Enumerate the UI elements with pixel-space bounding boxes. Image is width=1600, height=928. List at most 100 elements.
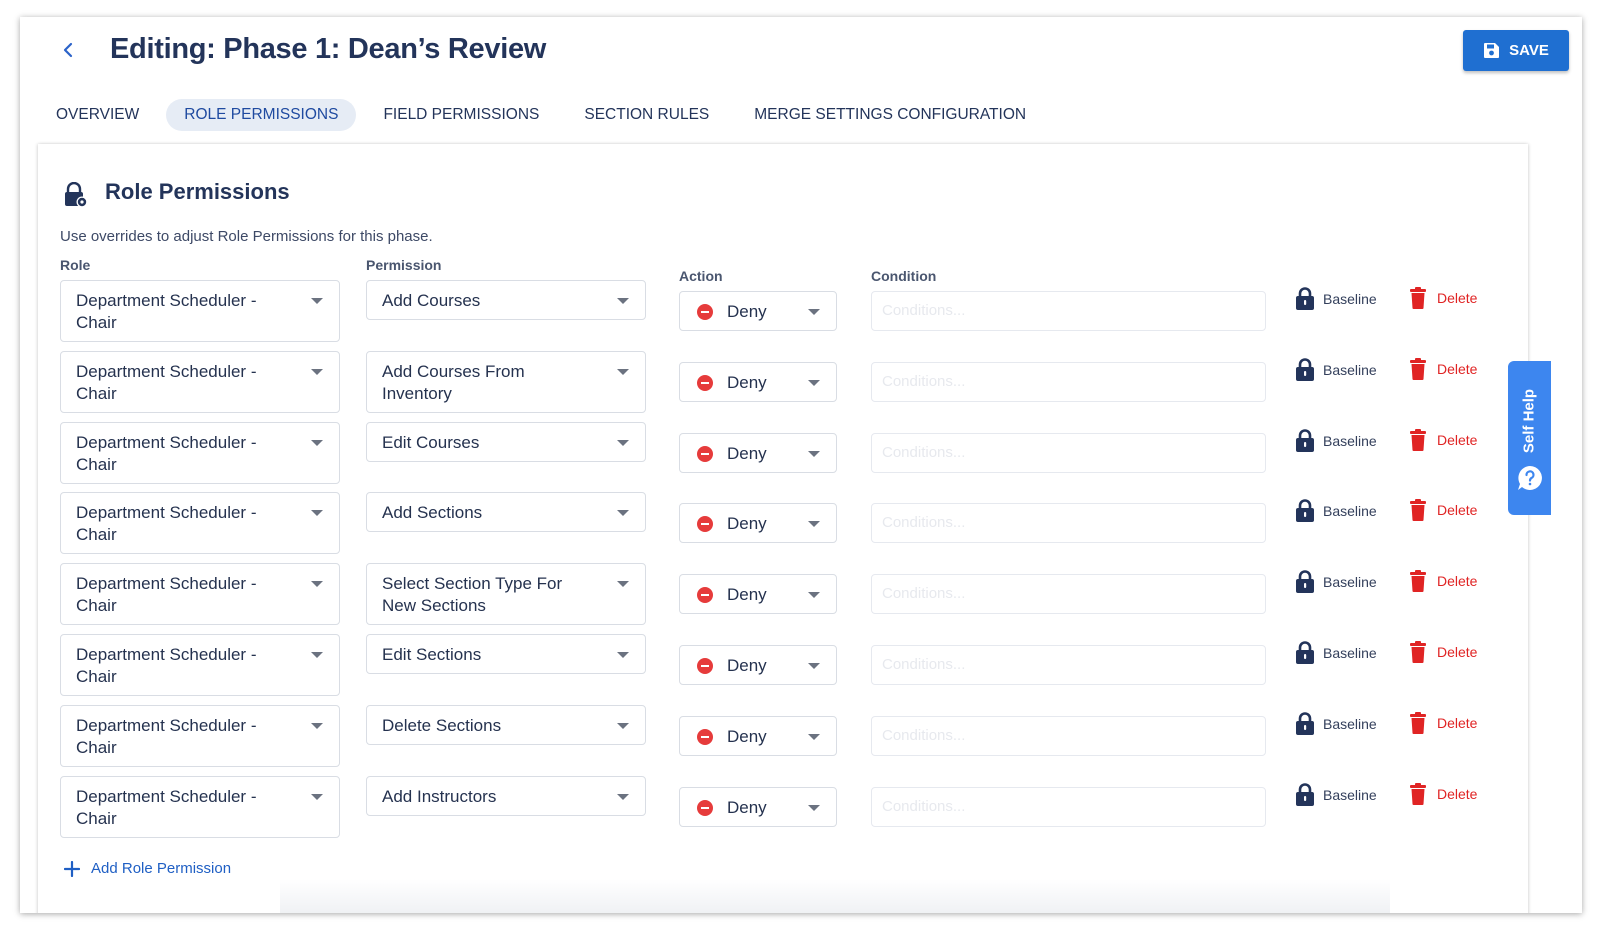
- role-value-line: Department Scheduler -: [76, 291, 257, 310]
- role-select[interactable]: Department Scheduler - Chair: [60, 776, 340, 838]
- baseline-button[interactable]: Baseline: [1296, 287, 1377, 311]
- baseline-button[interactable]: Baseline: [1296, 429, 1377, 453]
- permission-column-header: Permission: [366, 257, 442, 273]
- role-select[interactable]: Department Scheduler - Chair: [60, 634, 340, 696]
- condition-input[interactable]: Conditions...: [871, 645, 1266, 685]
- permission-value: Edit Courses: [382, 432, 479, 454]
- role-select[interactable]: Department Scheduler - Chair: [60, 351, 340, 413]
- minus-circle-icon: [697, 587, 713, 603]
- permission-select[interactable]: Edit Courses: [366, 422, 646, 462]
- role-select[interactable]: Department Scheduler - Chair: [60, 563, 340, 625]
- tab-overview[interactable]: OVERVIEW: [38, 99, 157, 131]
- baseline-button[interactable]: Baseline: [1296, 641, 1377, 665]
- action-select[interactable]: Deny: [679, 645, 837, 685]
- condition-input[interactable]: Conditions...: [871, 433, 1266, 473]
- role-value-line: Department Scheduler -: [76, 787, 257, 806]
- permission-select[interactable]: Add Sections: [366, 492, 646, 532]
- caret-down-icon: [311, 723, 323, 729]
- action-value: Deny: [727, 798, 767, 817]
- condition-placeholder: Conditions...: [882, 585, 966, 602]
- condition-input[interactable]: Conditions...: [871, 291, 1266, 331]
- role-value: Department Scheduler - Chair: [76, 644, 256, 688]
- tab-field-permissions[interactable]: FIELD PERMISSIONS: [365, 99, 557, 131]
- tab-section-rules[interactable]: SECTION RULES: [566, 99, 727, 131]
- permission-select[interactable]: Edit Sections: [366, 634, 646, 674]
- tab-merge-settings-configuration[interactable]: MERGE SETTINGS CONFIGURATION: [736, 99, 1044, 131]
- role-value-line: Chair: [76, 313, 117, 332]
- permission-value-line: New Sections: [382, 596, 486, 615]
- condition-input[interactable]: Conditions...: [871, 503, 1266, 543]
- permission-select[interactable]: Select Section Type For New Sections: [366, 563, 646, 625]
- section-title: Role Permissions: [105, 179, 290, 204]
- role-select[interactable]: Department Scheduler - Chair: [60, 705, 340, 767]
- role-select[interactable]: Department Scheduler - Chair: [60, 492, 340, 554]
- condition-input[interactable]: Conditions...: [871, 787, 1266, 827]
- save-button[interactable]: SAVE: [1463, 30, 1569, 71]
- lock-icon: [1296, 287, 1314, 310]
- baseline-label: Baseline: [1323, 645, 1377, 661]
- minus-circle-icon: [697, 304, 713, 320]
- action-select[interactable]: Deny: [679, 433, 837, 473]
- baseline-button[interactable]: Baseline: [1296, 712, 1377, 736]
- baseline-label: Baseline: [1323, 787, 1377, 803]
- delete-button[interactable]: Delete: [1410, 358, 1477, 380]
- action-select[interactable]: Deny: [679, 787, 837, 827]
- role-value: Department Scheduler - Chair: [76, 715, 256, 759]
- condition-placeholder: Conditions...: [882, 444, 966, 461]
- delete-button[interactable]: Delete: [1410, 783, 1477, 805]
- delete-button[interactable]: Delete: [1410, 570, 1477, 592]
- permission-select[interactable]: Add Courses: [366, 280, 646, 320]
- permission-value: Edit Sections: [382, 644, 481, 666]
- delete-label: Delete: [1437, 290, 1478, 306]
- role-value-line: Chair: [76, 809, 117, 828]
- caret-down-icon: [311, 652, 323, 658]
- role-select[interactable]: Department Scheduler - Chair: [60, 422, 340, 484]
- role-value: Department Scheduler - Chair: [76, 786, 256, 830]
- lock-gear-icon: [64, 181, 88, 208]
- delete-button[interactable]: Delete: [1410, 641, 1477, 663]
- delete-button[interactable]: Delete: [1410, 429, 1477, 451]
- permission-select[interactable]: Add Courses From Inventory: [366, 351, 646, 413]
- delete-button[interactable]: Delete: [1410, 287, 1477, 309]
- lock-icon: [1296, 712, 1314, 735]
- caret-down-icon: [311, 440, 323, 446]
- role-value: Department Scheduler - Chair: [76, 573, 256, 617]
- action-select[interactable]: Deny: [679, 716, 837, 756]
- condition-input[interactable]: Conditions...: [871, 716, 1266, 756]
- caret-down-icon: [808, 451, 820, 457]
- role-select[interactable]: Department Scheduler - Chair: [60, 280, 340, 342]
- chevron-left-icon: [63, 42, 73, 58]
- baseline-button[interactable]: Baseline: [1296, 783, 1377, 807]
- condition-input[interactable]: Conditions...: [871, 574, 1266, 614]
- baseline-button[interactable]: Baseline: [1296, 358, 1377, 382]
- condition-input[interactable]: Conditions...: [871, 362, 1266, 402]
- baseline-button[interactable]: Baseline: [1296, 499, 1377, 523]
- action-value: Deny: [727, 727, 767, 746]
- action-select[interactable]: Deny: [679, 291, 837, 331]
- action-select[interactable]: Deny: [679, 503, 837, 543]
- add-role-permission-button[interactable]: Add Role Permission: [64, 860, 231, 877]
- permission-value-line: Edit Sections: [382, 645, 482, 664]
- add-role-permission-label: Add Role Permission: [91, 860, 232, 877]
- self-help-tab[interactable]: Self Help: [1508, 361, 1551, 515]
- action-value: Deny: [727, 444, 767, 463]
- caret-down-icon: [311, 581, 323, 587]
- tab-role-permissions[interactable]: ROLE PERMISSIONS: [166, 99, 357, 131]
- minus-circle-icon: [697, 729, 713, 745]
- baseline-label: Baseline: [1323, 433, 1377, 449]
- caret-down-icon: [808, 805, 820, 811]
- back-button[interactable]: [58, 39, 80, 61]
- action-select[interactable]: Deny: [679, 362, 837, 402]
- trash-icon: [1410, 641, 1426, 663]
- permission-select[interactable]: Add Instructors: [366, 776, 646, 816]
- permission-value: Add Sections: [382, 502, 482, 524]
- delete-button[interactable]: Delete: [1410, 712, 1477, 734]
- role-value: Department Scheduler - Chair: [76, 361, 256, 405]
- delete-button[interactable]: Delete: [1410, 499, 1477, 521]
- caret-down-icon: [808, 592, 820, 598]
- baseline-button[interactable]: Baseline: [1296, 570, 1377, 594]
- action-select[interactable]: Deny: [679, 574, 837, 614]
- permission-select[interactable]: Delete Sections: [366, 705, 646, 745]
- condition-placeholder: Conditions...: [882, 727, 966, 744]
- baseline-label: Baseline: [1323, 362, 1377, 378]
